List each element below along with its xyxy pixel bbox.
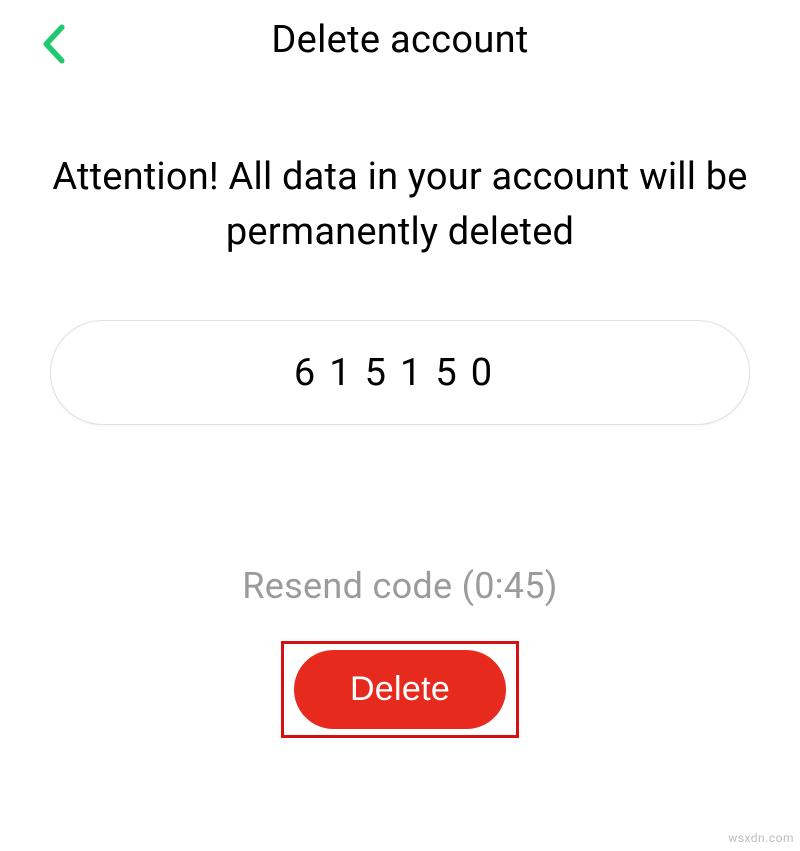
header: Delete account bbox=[0, 0, 800, 80]
delete-button-highlight: Delete bbox=[281, 641, 519, 738]
page-title: Delete account bbox=[30, 18, 770, 62]
main-content: Attention! All data in your account will… bbox=[0, 150, 800, 738]
resend-code-text: Resend code (0:45) bbox=[50, 565, 750, 607]
watermark: wsxdn.com bbox=[728, 831, 794, 845]
delete-button[interactable]: Delete bbox=[294, 650, 506, 729]
verification-code-value: 615150 bbox=[294, 351, 506, 395]
verification-code-input[interactable]: 615150 bbox=[50, 320, 750, 425]
back-icon[interactable] bbox=[40, 24, 68, 64]
warning-text: Attention! All data in your account will… bbox=[50, 150, 750, 260]
